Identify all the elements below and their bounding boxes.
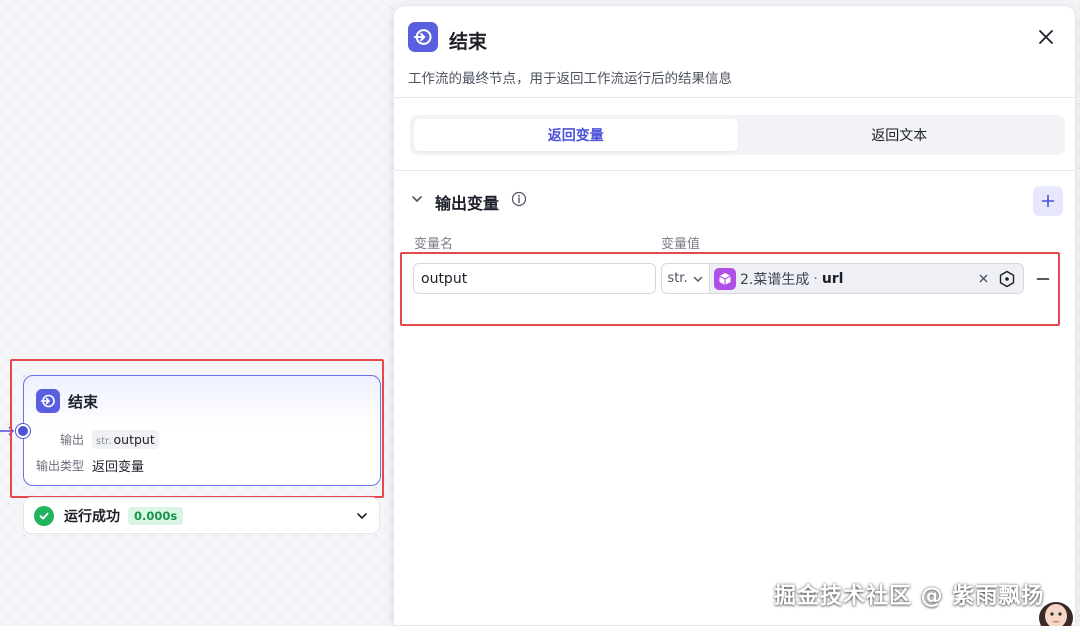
check-icon: [34, 505, 54, 526]
avatar: [1036, 592, 1076, 626]
panel-title: 结束: [449, 31, 488, 53]
chevron-down-icon[interactable]: [355, 509, 369, 523]
column-header-value: 变量值: [661, 237, 701, 252]
plus-icon[interactable]: [1033, 186, 1063, 216]
watermark-text: 掘金技术社区 @ 紫雨飘扬: [774, 584, 1045, 609]
tab-return-variable[interactable]: 返回变量: [414, 119, 738, 151]
tab-return-text[interactable]: 返回文本: [738, 119, 1062, 151]
panel-description: 工作流的最终节点，用于返回工作流运行后的结果信息: [408, 71, 732, 87]
end-node-icon: [408, 22, 438, 52]
output-mode-tabs: 返回变量 返回文本: [410, 115, 1065, 155]
chevron-down-icon[interactable]: [410, 192, 424, 206]
info-icon[interactable]: [511, 191, 527, 207]
column-header-name: 变量名: [414, 237, 454, 252]
node-config-panel: 结束 工作流的最终节点，用于返回工作流运行后的结果信息 返回变量 返回文本 输出…: [393, 5, 1076, 626]
close-icon[interactable]: [1035, 26, 1057, 48]
row-highlight-box: [400, 252, 1060, 326]
section-title: 输出变量: [435, 194, 500, 213]
divider: [394, 97, 1075, 98]
node-highlight-box: [10, 359, 384, 498]
run-time-badge: 0.000s: [128, 506, 184, 525]
divider: [394, 170, 1075, 171]
run-status-text: 运行成功: [64, 508, 120, 525]
run-status-bar[interactable]: 运行成功 0.000s: [23, 497, 380, 534]
